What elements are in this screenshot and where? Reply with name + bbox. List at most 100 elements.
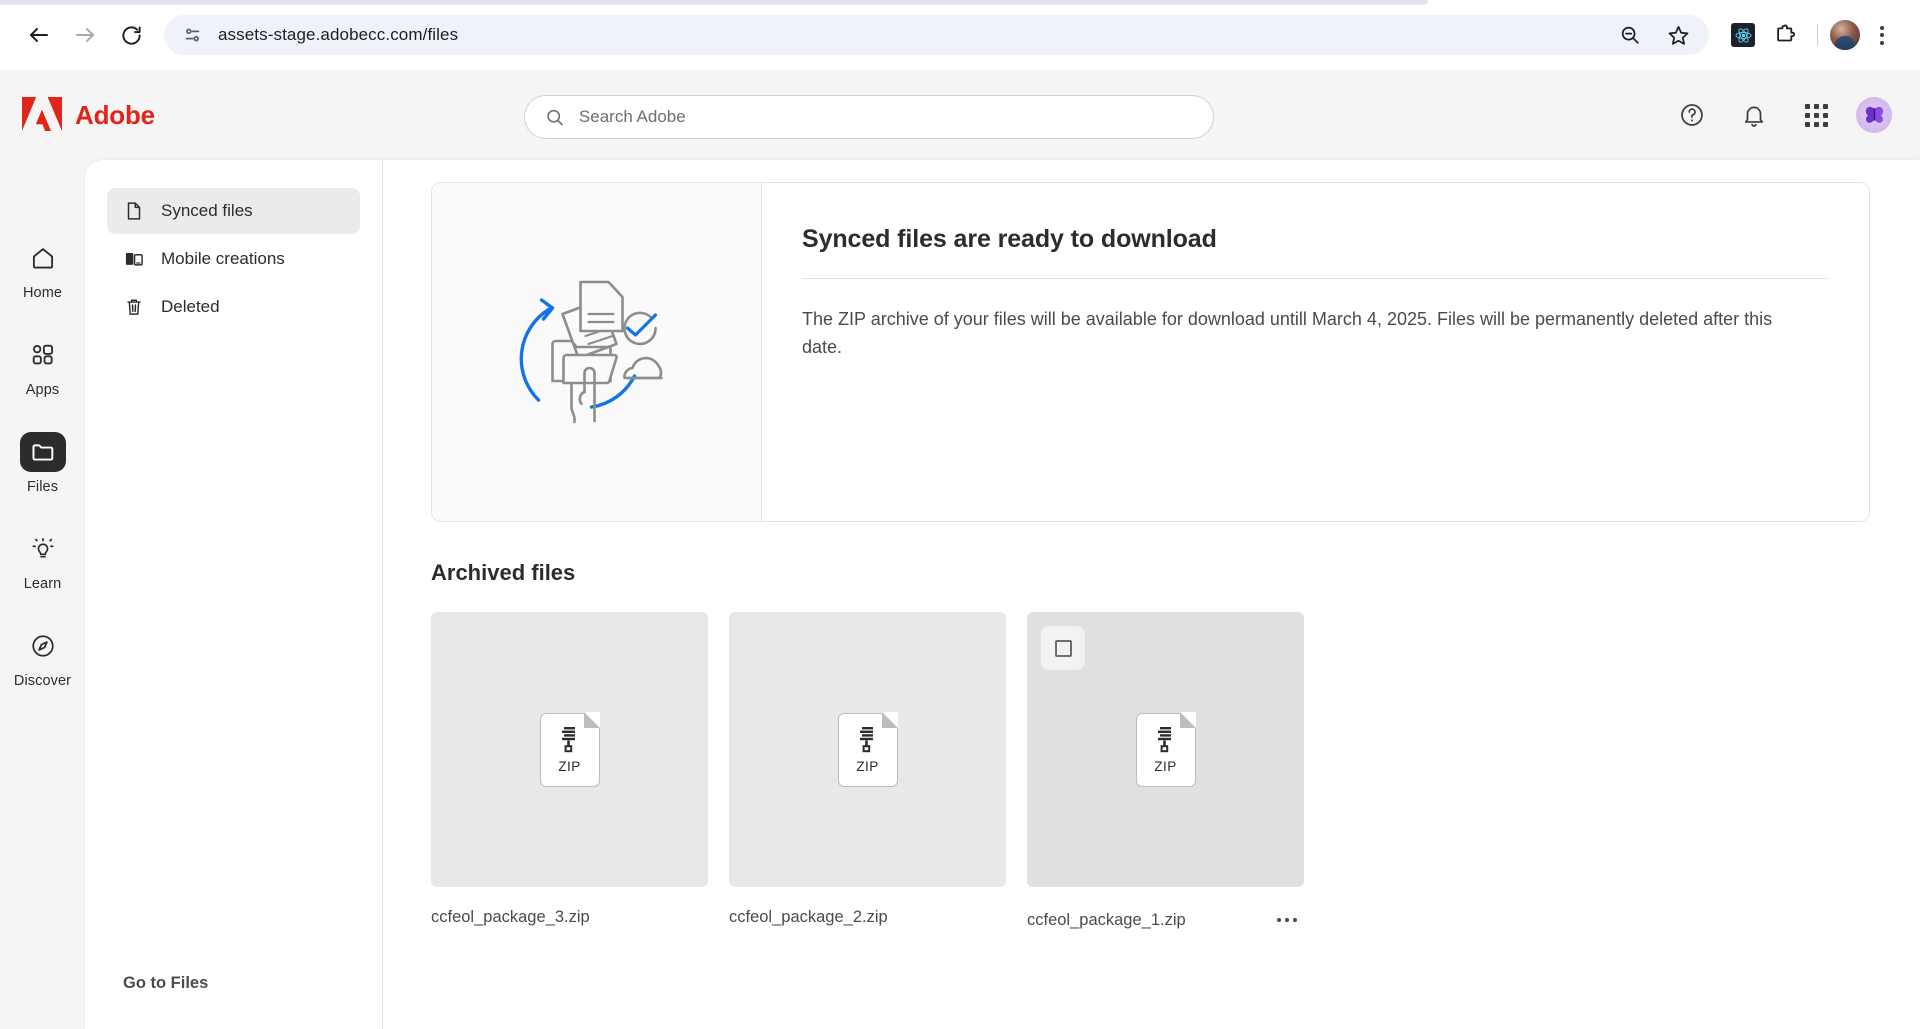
compass-icon xyxy=(31,635,54,657)
archived-files-heading: Archived files xyxy=(431,560,576,585)
apps-icon xyxy=(32,344,53,365)
go-to-files-link[interactable]: Go to Files xyxy=(123,974,208,992)
file-caption: ccfeol_package_3.zip xyxy=(431,908,708,927)
adobe-app: Adobe Search Adobe Home Apps Files Learn… xyxy=(0,70,1920,1029)
file-thumbnail[interactable]: ZIP xyxy=(1027,612,1304,887)
home-icon xyxy=(32,248,53,269)
banner-divider xyxy=(802,278,1829,279)
browser-menu-button[interactable] xyxy=(1862,15,1902,55)
app-header: Adobe xyxy=(0,70,1920,160)
sidebar-label-synced-files: Synced files xyxy=(161,201,253,220)
zipper-glyph-icon xyxy=(561,726,575,752)
butterfly-icon xyxy=(1865,106,1883,123)
file-name: ccfeol_package_2.zip xyxy=(729,908,888,926)
search-icon xyxy=(547,109,563,125)
banner-description: The ZIP archive of your files will be av… xyxy=(802,309,1773,358)
zip-file-icon: ZIP xyxy=(1135,711,1197,787)
primary-nav-rail: Home Apps Files Learn Discover xyxy=(0,160,85,1029)
file-caption: ccfeol_package_1.zip xyxy=(1027,908,1304,932)
rail-item-discover[interactable]: Discover xyxy=(7,626,79,689)
browser-actions xyxy=(1723,15,1902,55)
lightbulb-icon xyxy=(31,537,54,558)
bookmark-star-icon[interactable] xyxy=(1661,18,1695,52)
rail-item-apps[interactable]: Apps xyxy=(7,335,79,398)
sidebar-label-deleted: Deleted xyxy=(161,297,220,316)
toolbar-divider xyxy=(1817,24,1818,46)
file-card[interactable]: ZIP ccfeol_package_3.zip xyxy=(431,612,708,932)
secondary-nav-footer: Go to Files xyxy=(107,974,360,1029)
sidebar-item-mobile-creations[interactable]: Mobile creations xyxy=(107,236,360,282)
zip-type-label: ZIP xyxy=(856,758,879,774)
adobe-logo[interactable]: Adobe xyxy=(22,97,155,133)
browser-toolbar: assets-stage.adobecc.com/files xyxy=(0,0,1920,70)
app-switcher-button[interactable] xyxy=(1794,93,1838,137)
content-panel: Synced files Mobile creations Deleted Go xyxy=(85,160,1920,1029)
file-caption: ccfeol_package_2.zip xyxy=(729,908,1006,927)
zip-file-icon: ZIP xyxy=(837,711,899,787)
file-card[interactable]: ZIP ccfeol_package_1.zip xyxy=(1027,612,1304,932)
browser-reload-button[interactable] xyxy=(110,14,152,56)
site-info-icon[interactable] xyxy=(182,24,204,46)
brand-name: Adobe xyxy=(75,99,155,130)
secondary-nav: Synced files Mobile creations Deleted Go xyxy=(85,160,383,1029)
file-name: ccfeol_package_1.zip xyxy=(1027,910,1186,929)
bell-icon xyxy=(1744,106,1764,127)
adobe-mark-icon xyxy=(22,97,62,131)
banner-body: Synced files are ready to download The Z… xyxy=(762,183,1869,521)
app-grid-icon xyxy=(1804,103,1828,127)
sidebar-item-deleted[interactable]: Deleted xyxy=(107,284,360,330)
zip-file-icon: ZIP xyxy=(539,711,601,787)
archived-files-grid: ZIP ccfeol_package_3.zip ZIP ccfeol_pack… xyxy=(431,612,1870,932)
browser-back-button[interactable] xyxy=(18,14,60,56)
react-icon xyxy=(1731,23,1755,47)
document-icon xyxy=(127,202,141,220)
header-actions xyxy=(1670,93,1892,137)
global-search[interactable] xyxy=(524,95,1214,139)
notifications-button[interactable] xyxy=(1732,93,1776,137)
file-card[interactable]: ZIP ccfeol_package_2.zip xyxy=(729,612,1006,932)
browser-profile-avatar[interactable] xyxy=(1830,20,1860,50)
synced-files-banner: Synced files are ready to download The Z… xyxy=(431,182,1870,522)
extensions-button[interactable] xyxy=(1765,15,1805,55)
help-button[interactable] xyxy=(1670,93,1714,137)
sidebar-label-mobile-creations: Mobile creations xyxy=(161,249,285,268)
account-avatar[interactable] xyxy=(1856,97,1892,133)
address-bar[interactable]: assets-stage.adobecc.com/files xyxy=(164,15,1709,55)
react-devtools-extension-button[interactable] xyxy=(1723,15,1763,55)
zipper-glyph-icon xyxy=(859,726,873,752)
rail-label-learn: Learn xyxy=(23,576,62,592)
rail-label-discover: Discover xyxy=(13,673,72,689)
zipper-glyph-icon xyxy=(1157,726,1171,752)
file-name: ccfeol_package_3.zip xyxy=(431,908,590,926)
rail-item-learn[interactable]: Learn xyxy=(7,529,79,592)
browser-forward-button[interactable] xyxy=(64,14,106,56)
help-icon xyxy=(1681,104,1703,126)
file-more-options-button[interactable] xyxy=(1272,908,1302,932)
rail-item-home[interactable]: Home xyxy=(7,238,79,301)
puzzle-piece-icon xyxy=(1777,24,1796,42)
rail-item-files[interactable]: Files xyxy=(7,432,79,495)
address-bar-url: assets-stage.adobecc.com/files xyxy=(218,25,459,44)
search-input[interactable] xyxy=(578,107,1193,127)
rail-label-files: Files xyxy=(26,479,59,495)
zip-type-label: ZIP xyxy=(558,758,581,774)
zoom-out-icon[interactable] xyxy=(1613,18,1647,52)
file-thumbnail[interactable]: ZIP xyxy=(431,612,708,887)
mobile-icon xyxy=(125,252,143,266)
select-file-checkbox[interactable] xyxy=(1041,626,1085,670)
checkbox-icon xyxy=(1054,639,1072,657)
sync-complete-illustration xyxy=(519,280,663,424)
folder-icon xyxy=(31,444,53,461)
trash-icon xyxy=(127,299,141,315)
banner-illustration-area xyxy=(432,183,762,521)
file-thumbnail[interactable]: ZIP xyxy=(729,612,1006,887)
reload-icon xyxy=(121,25,141,45)
banner-title: Synced files are ready to download xyxy=(802,225,1217,253)
rail-label-home: Home xyxy=(22,285,63,301)
sidebar-item-synced-files[interactable]: Synced files xyxy=(107,188,360,234)
rail-label-apps: Apps xyxy=(25,382,60,398)
arrow-right-icon xyxy=(76,28,94,42)
zip-type-label: ZIP xyxy=(1154,758,1177,774)
tab-strip xyxy=(0,0,1428,5)
main-content: Synced files are ready to download The Z… xyxy=(383,160,1920,1029)
